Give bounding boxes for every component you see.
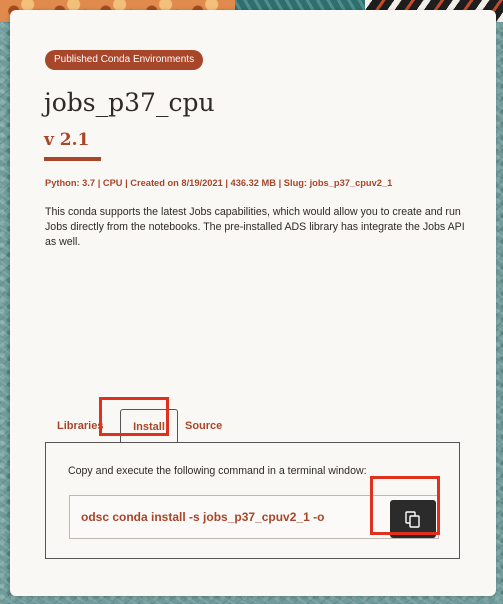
version-underline	[44, 157, 101, 161]
tab-install[interactable]: Install	[120, 409, 178, 445]
environment-title: jobs_p37_cpu	[44, 88, 215, 117]
version-label: v 2.1	[44, 130, 90, 150]
install-panel: Copy and execute the following command i…	[45, 442, 460, 559]
copy-button[interactable]	[390, 500, 436, 538]
copy-icon	[405, 511, 420, 528]
command-box: odsc conda install -s jobs_p37_cpuv2_1 -…	[69, 495, 439, 539]
install-command[interactable]: odsc conda install -s jobs_p37_cpuv2_1 -…	[81, 510, 324, 524]
tab-source[interactable]: Source	[185, 409, 222, 443]
tab-bar: Libraries Install Source	[45, 407, 460, 445]
environment-description: This conda supports the latest Jobs capa…	[45, 206, 465, 248]
environment-metadata: Python: 3.7 | CPU | Created on 8/19/2021…	[45, 178, 393, 188]
category-badge: Published Conda Environments	[45, 50, 204, 70]
install-instruction: Copy and execute the following command i…	[68, 465, 367, 477]
environment-card: Published Conda Environments jobs_p37_cp…	[10, 10, 496, 596]
tab-libraries[interactable]: Libraries	[57, 409, 103, 443]
